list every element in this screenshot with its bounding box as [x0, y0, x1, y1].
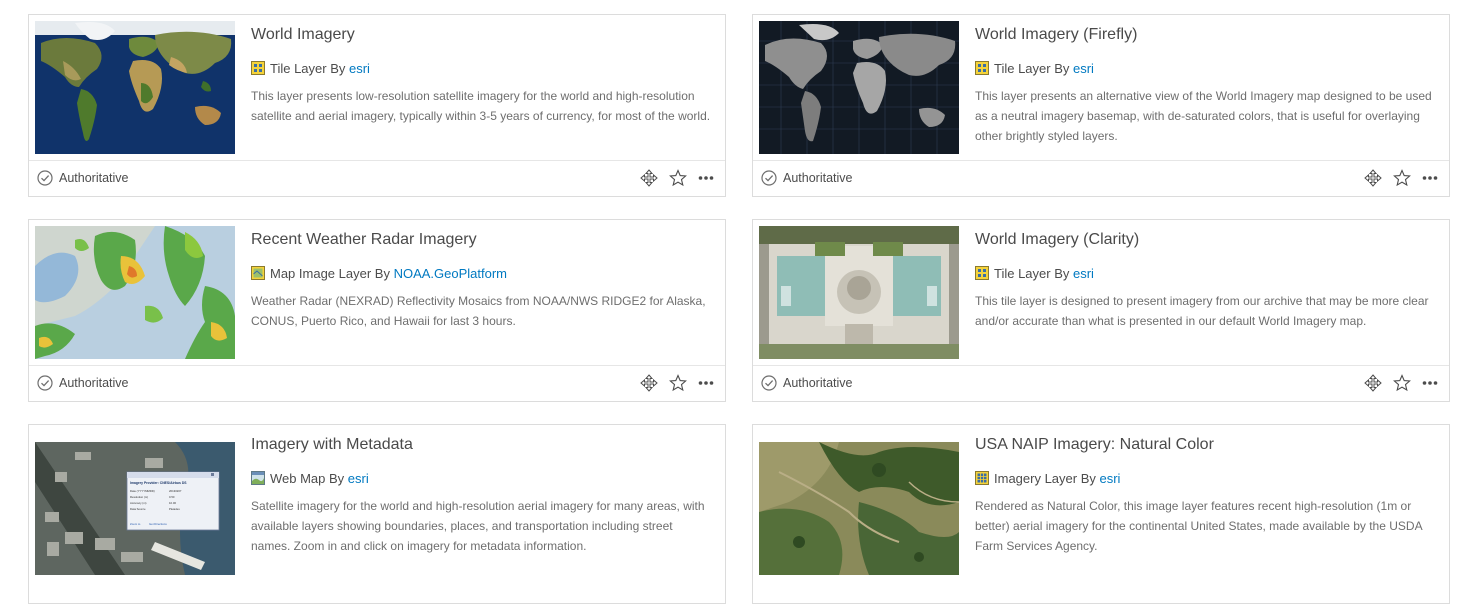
check-circle-icon	[761, 170, 777, 186]
star-icon[interactable]	[1392, 169, 1411, 187]
item-type: Tile Layer By esri	[251, 60, 715, 77]
popup-directions-link: Get Directions	[149, 522, 167, 526]
item-card: World Imagery Tile Layer By esri This la…	[28, 14, 726, 197]
item-type-label: Imagery Layer By	[994, 471, 1100, 486]
item-description: This layer presents an alternative view …	[975, 89, 1432, 143]
move-icon[interactable]	[640, 374, 658, 392]
item-title[interactable]: Imagery with Metadata	[251, 435, 715, 455]
check-circle-icon	[37, 170, 53, 186]
item-owner-link[interactable]: esri	[1073, 61, 1094, 76]
item-thumbnail[interactable]	[35, 226, 235, 359]
item-thumbnail[interactable]	[759, 226, 959, 359]
more-options-icon[interactable]	[1421, 374, 1439, 392]
item-description: Satellite imagery for the world and high…	[251, 499, 705, 553]
authoritative-badge: Authoritative	[761, 170, 852, 186]
item-type-label: Tile Layer By	[270, 61, 349, 76]
item-thumbnail[interactable]	[759, 442, 959, 575]
item-thumbnail[interactable]	[35, 21, 235, 154]
item-thumbnail[interactable]: Imagery Provider: CNES/Airbus DS Date (Y…	[35, 442, 235, 575]
item-description: This layer presents low-resolution satel…	[251, 89, 711, 123]
popup-row-label: Data Source	[130, 507, 146, 511]
item-owner-link[interactable]: esri	[1073, 266, 1094, 281]
item-owner-link[interactable]: esri	[349, 61, 370, 76]
more-options-icon[interactable]	[697, 169, 715, 187]
item-title[interactable]: World Imagery	[251, 25, 715, 45]
authoritative-badge: Authoritative	[761, 375, 852, 391]
item-owner-link[interactable]: esri	[1100, 471, 1121, 486]
more-options-icon[interactable]	[1421, 169, 1439, 187]
item-type: Map Image Layer By NOAA.GeoPlatform	[251, 265, 715, 282]
authoritative-label: Authoritative	[783, 171, 853, 185]
move-icon[interactable]	[1364, 169, 1382, 187]
item-card: USA NAIP Imagery: Natural Color Imagery …	[752, 424, 1450, 604]
popup-row-value: 20130207	[169, 489, 182, 493]
authoritative-label: Authoritative	[783, 376, 853, 390]
popup-row-label: Accuracy (m)	[130, 501, 147, 505]
popup-row-label: Resolution (m)	[130, 495, 148, 499]
imagery-layer-icon	[975, 471, 989, 485]
popup-zoom-link: Zoom to	[130, 522, 141, 526]
item-description: Weather Radar (NEXRAD) Reflectivity Mosa…	[251, 294, 706, 328]
item-description: Rendered as Natural Color, this image la…	[975, 499, 1422, 553]
popup-header: Imagery Provider: CNES/Airbus DS	[130, 481, 187, 485]
item-title[interactable]: USA NAIP Imagery: Natural Color	[975, 435, 1439, 455]
authoritative-label: Authoritative	[59, 376, 129, 390]
item-thumbnail[interactable]	[759, 21, 959, 154]
item-type: Tile Layer By esri	[975, 60, 1439, 77]
item-type-label: Map Image Layer By	[270, 266, 394, 281]
check-circle-icon	[761, 375, 777, 391]
item-card: World Imagery (Clarity) Tile Layer By es…	[752, 219, 1450, 402]
tile-layer-icon	[975, 61, 989, 75]
item-card: Recent Weather Radar Imagery Map Image L…	[28, 219, 726, 402]
move-icon[interactable]	[1364, 374, 1382, 392]
move-icon[interactable]	[640, 169, 658, 187]
star-icon[interactable]	[1392, 374, 1411, 392]
star-icon[interactable]	[668, 169, 687, 187]
popup-row-label: Date (YYYYMMDD)	[130, 489, 155, 493]
item-owner-link[interactable]: esri	[348, 471, 369, 486]
check-circle-icon	[37, 375, 53, 391]
item-type-label: Tile Layer By	[994, 266, 1073, 281]
item-card: World Imagery (Firefly) Tile Layer By es…	[752, 14, 1450, 197]
item-type-label: Tile Layer By	[994, 61, 1073, 76]
map-image-layer-icon	[251, 266, 265, 280]
item-type-label: Web Map By	[270, 471, 348, 486]
item-title[interactable]: Recent Weather Radar Imagery	[251, 230, 715, 250]
web-map-icon	[251, 471, 265, 485]
authoritative-badge: Authoritative	[37, 375, 128, 391]
item-type: Imagery Layer By esri	[975, 470, 1439, 487]
tile-layer-icon	[975, 266, 989, 280]
tile-layer-icon	[251, 61, 265, 75]
popup-row-value: 0.50	[169, 495, 175, 499]
authoritative-label: Authoritative	[59, 171, 129, 185]
item-description: This tile layer is designed to present i…	[975, 294, 1429, 328]
item-type: Web Map By esri	[251, 470, 715, 487]
item-title[interactable]: World Imagery (Clarity)	[975, 230, 1439, 250]
more-options-icon[interactable]	[697, 374, 715, 392]
item-type: Tile Layer By esri	[975, 265, 1439, 282]
item-card: Imagery Provider: CNES/Airbus DS Date (Y…	[28, 424, 726, 604]
popup-row-value: Pleiades	[169, 507, 180, 511]
popup-row-value: 10.00	[169, 501, 176, 505]
item-owner-link[interactable]: NOAA.GeoPlatform	[394, 266, 507, 281]
item-title[interactable]: World Imagery (Firefly)	[975, 25, 1439, 45]
authoritative-badge: Authoritative	[37, 170, 128, 186]
star-icon[interactable]	[668, 374, 687, 392]
